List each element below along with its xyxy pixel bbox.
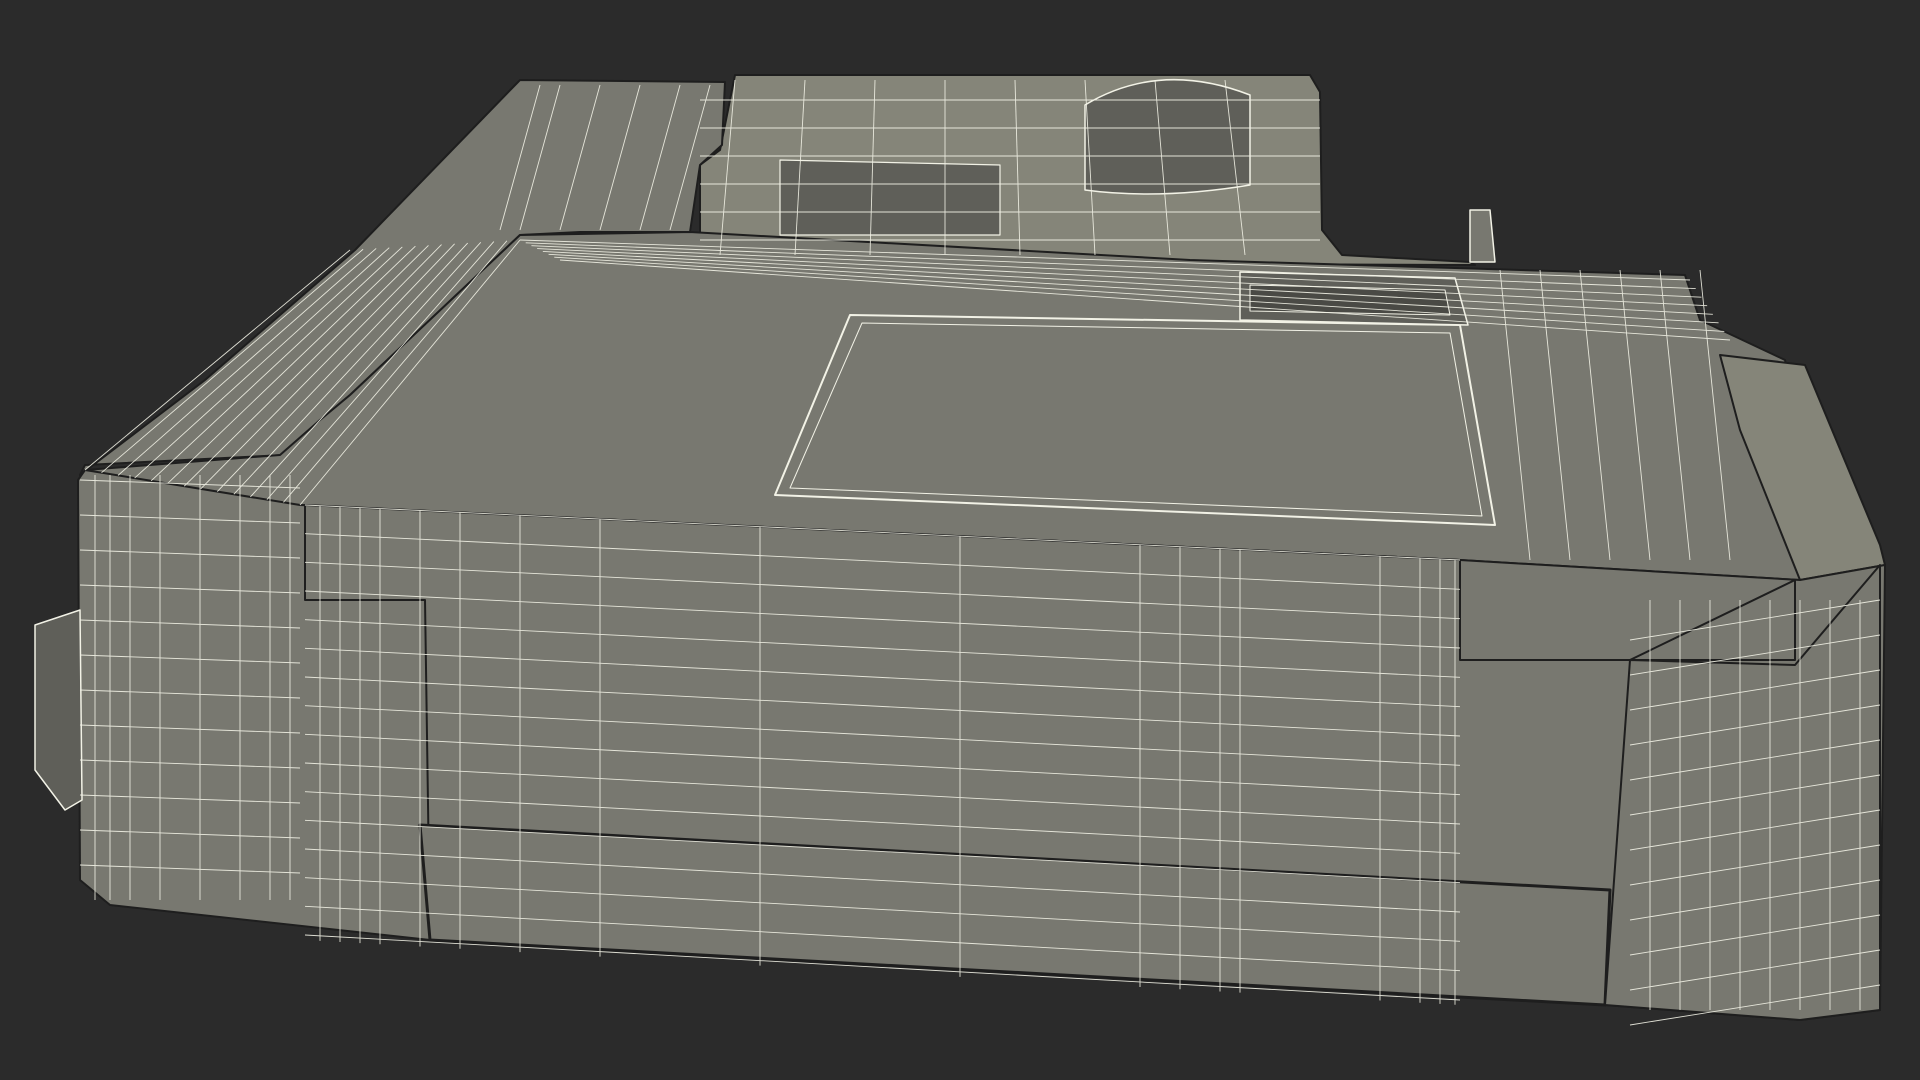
tray-recess bbox=[1084, 78, 1251, 195]
control-panel-slot-inner bbox=[1249, 284, 1451, 316]
rear-slot bbox=[779, 159, 1001, 236]
rear-post bbox=[1469, 209, 1496, 263]
printer-wireframe-model bbox=[34, 74, 1886, 1026]
scanner-lid bbox=[774, 314, 1496, 526]
left-side-cap bbox=[34, 609, 83, 811]
render-viewport bbox=[0, 0, 1920, 1080]
